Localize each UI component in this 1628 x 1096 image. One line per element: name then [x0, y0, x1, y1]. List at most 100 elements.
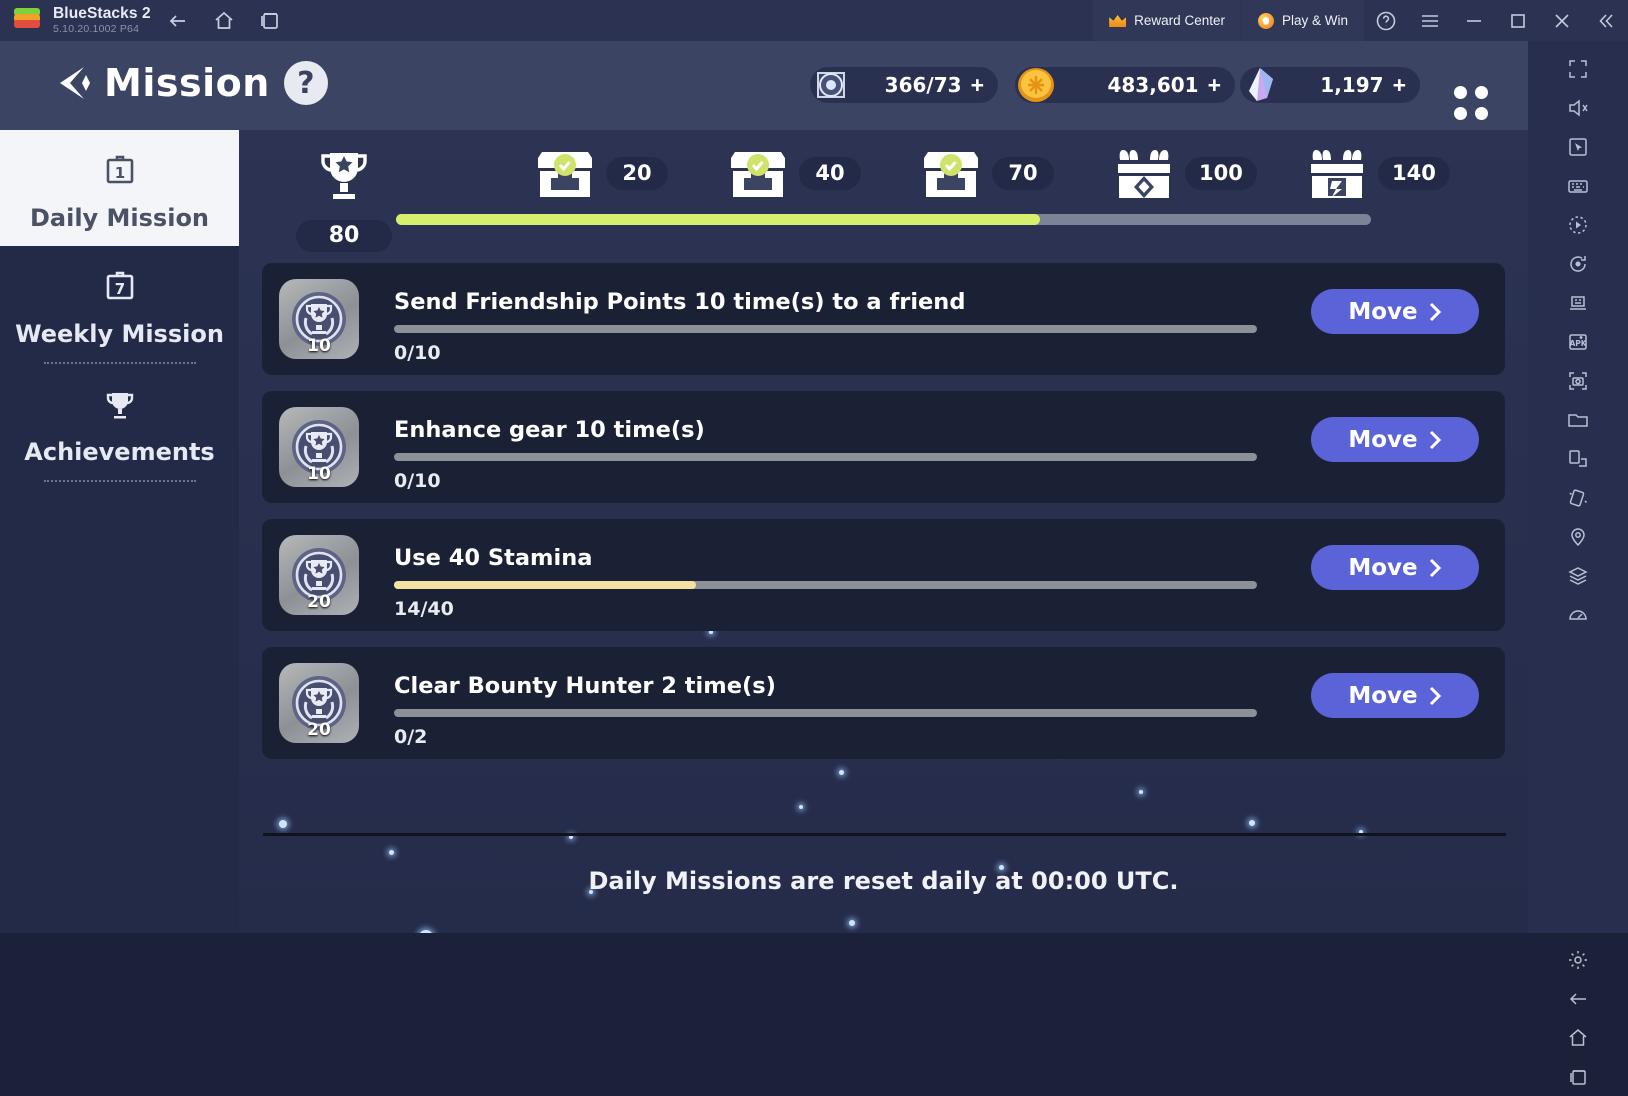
recents-icon[interactable]	[251, 2, 289, 40]
trophy-total-badge: 80	[294, 145, 394, 252]
macro-play-icon[interactable]	[1528, 205, 1628, 244]
minimize-icon[interactable]	[1452, 0, 1496, 41]
table-row: 20 Use 40 Stamina 14/40 Move	[262, 519, 1505, 631]
mission-title: Clear Bounty Hunter 2 time(s)	[394, 673, 776, 699]
grid-menu-icon[interactable]	[1454, 86, 1488, 120]
mission-arrow-icon	[60, 67, 90, 99]
reset-note: Daily Missions are reset daily at 00:00 …	[588, 867, 1179, 895]
move-button-label: Move	[1348, 554, 1418, 581]
mission-progress-bar	[394, 453, 1257, 461]
chevron-right-icon	[1429, 558, 1441, 577]
cursor-icon[interactable]	[1528, 127, 1628, 166]
milestone-progress-track	[396, 214, 1371, 225]
mute-icon[interactable]	[1528, 88, 1628, 127]
currency-crystal-add[interactable]: +	[1393, 73, 1406, 96]
milestone-20[interactable]: 20	[526, 140, 668, 206]
sidebar-item-label: Achievements	[24, 438, 215, 466]
svg-text:APK: APK	[1569, 339, 1587, 348]
screenshot-icon[interactable]	[1528, 361, 1628, 400]
currency-compass-value: 366/73	[884, 73, 962, 97]
sidebar-item-achievements[interactable]: Achievements	[0, 364, 239, 480]
location-icon[interactable]	[1528, 517, 1628, 556]
mission-reward-icon: 10	[279, 279, 359, 359]
mission-main-panel: 80 20 40 70 100 140 10 Send Friendship P…	[239, 130, 1528, 933]
collapse-sidebar-icon[interactable]	[1584, 0, 1628, 41]
mission-reward-points: 20	[307, 592, 331, 612]
help-button[interactable]: ?	[283, 61, 328, 105]
milestone-140[interactable]: 140	[1298, 140, 1450, 206]
currency-gold: 483,601 +	[1015, 63, 1235, 107]
close-icon[interactable]	[1540, 0, 1584, 41]
chest-claimed-icon	[912, 140, 990, 206]
move-button-label: Move	[1348, 426, 1418, 453]
move-button[interactable]: Move	[1311, 289, 1479, 334]
menu-icon[interactable]	[1408, 0, 1452, 41]
mission-reward-points: 10	[307, 336, 331, 356]
mission-progress-bar	[394, 709, 1257, 717]
app-name: BlueStacks 2	[53, 4, 151, 22]
keyboard-icon[interactable]	[1528, 166, 1628, 205]
currency-compass-add[interactable]: +	[971, 73, 984, 96]
folder-icon[interactable]	[1528, 400, 1628, 439]
performance-icon[interactable]	[1528, 595, 1628, 634]
chevron-right-icon	[1429, 302, 1441, 321]
play-and-win-button[interactable]: Play & Win	[1241, 0, 1364, 41]
mission-progress-text: 0/10	[394, 342, 441, 364]
move-button[interactable]: Move	[1311, 673, 1479, 718]
bluestacks-sidebar-toolbar: APK	[1528, 41, 1628, 1085]
mission-reward-icon: 20	[279, 663, 359, 743]
crown-icon	[1109, 14, 1126, 27]
layers-icon[interactable]	[1528, 556, 1628, 595]
compass-token-icon	[817, 72, 845, 98]
milestone-value: 20	[606, 156, 668, 190]
chest-locked-icon	[1105, 140, 1183, 206]
move-button[interactable]: Move	[1311, 545, 1479, 590]
fullscreen-icon[interactable]	[1528, 49, 1628, 88]
reward-center-button[interactable]: Reward Center	[1093, 0, 1241, 41]
table-row: 10 Send Friendship Points 10 time(s) to …	[262, 263, 1505, 375]
page-title-group: Mission ?	[44, 61, 328, 105]
milestone-value: 40	[799, 156, 861, 190]
home-icon[interactable]	[205, 2, 243, 40]
rotate-sync-icon[interactable]	[1528, 244, 1628, 283]
crystal-gem-icon	[1249, 68, 1273, 101]
multi-instance-icon[interactable]	[1528, 283, 1628, 322]
milestone-70[interactable]: 70	[912, 140, 1054, 206]
game-viewport: Mission ? 366/73 + 483,601 + 1,197 + 1 D…	[0, 41, 1528, 933]
maximize-icon[interactable]	[1496, 0, 1540, 41]
mission-progress-text: 14/40	[394, 598, 454, 620]
milestone-value: 140	[1378, 156, 1450, 190]
milestone-40[interactable]: 40	[719, 140, 861, 206]
help-icon[interactable]	[1364, 0, 1408, 41]
table-row: 10 Enhance gear 10 time(s) 0/10 Move	[262, 391, 1505, 503]
trophy-star-icon	[321, 153, 367, 199]
mission-title: Send Friendship Points 10 time(s) to a f…	[394, 289, 966, 315]
svg-text:1: 1	[114, 164, 124, 182]
device-rotate-icon[interactable]	[1528, 439, 1628, 478]
page-title: Mission	[104, 61, 270, 105]
currency-crystal-value: 1,197	[1320, 73, 1384, 97]
move-button-label: Move	[1348, 298, 1418, 325]
recents-icon[interactable]	[1528, 1057, 1628, 1096]
home-icon[interactable]	[1528, 1018, 1628, 1057]
mission-title: Use 40 Stamina	[394, 545, 593, 571]
settings-gear-icon[interactable]	[1528, 940, 1628, 979]
currency-gold-add[interactable]: +	[1208, 73, 1221, 96]
back-icon[interactable]	[159, 2, 197, 40]
currency-crystal: 1,197 +	[1240, 63, 1420, 107]
list-divider	[263, 833, 1506, 836]
back-arrow-icon[interactable]	[1528, 979, 1628, 1018]
install-apk-icon[interactable]: APK	[1528, 322, 1628, 361]
sidebar-item-daily-mission[interactable]: 1 Daily Mission	[0, 130, 239, 246]
mission-progress-bar	[394, 325, 1257, 333]
trophy-total-value: 80	[296, 220, 392, 252]
gold-coin-icon	[1018, 68, 1054, 102]
bluestacks-titlebar: BlueStacks 2 5.10.20.1002 P64 Reward Cen…	[0, 0, 1628, 41]
shake-icon[interactable]	[1528, 478, 1628, 517]
play-and-win-label: Play & Win	[1281, 13, 1348, 28]
play-win-badge-icon	[1257, 12, 1274, 29]
table-row: 20 Clear Bounty Hunter 2 time(s) 0/2 Mov…	[262, 647, 1505, 759]
move-button[interactable]: Move	[1311, 417, 1479, 462]
sidebar-item-weekly-mission[interactable]: 7 Weekly Mission	[0, 246, 239, 362]
milestone-100[interactable]: 100	[1105, 140, 1257, 206]
